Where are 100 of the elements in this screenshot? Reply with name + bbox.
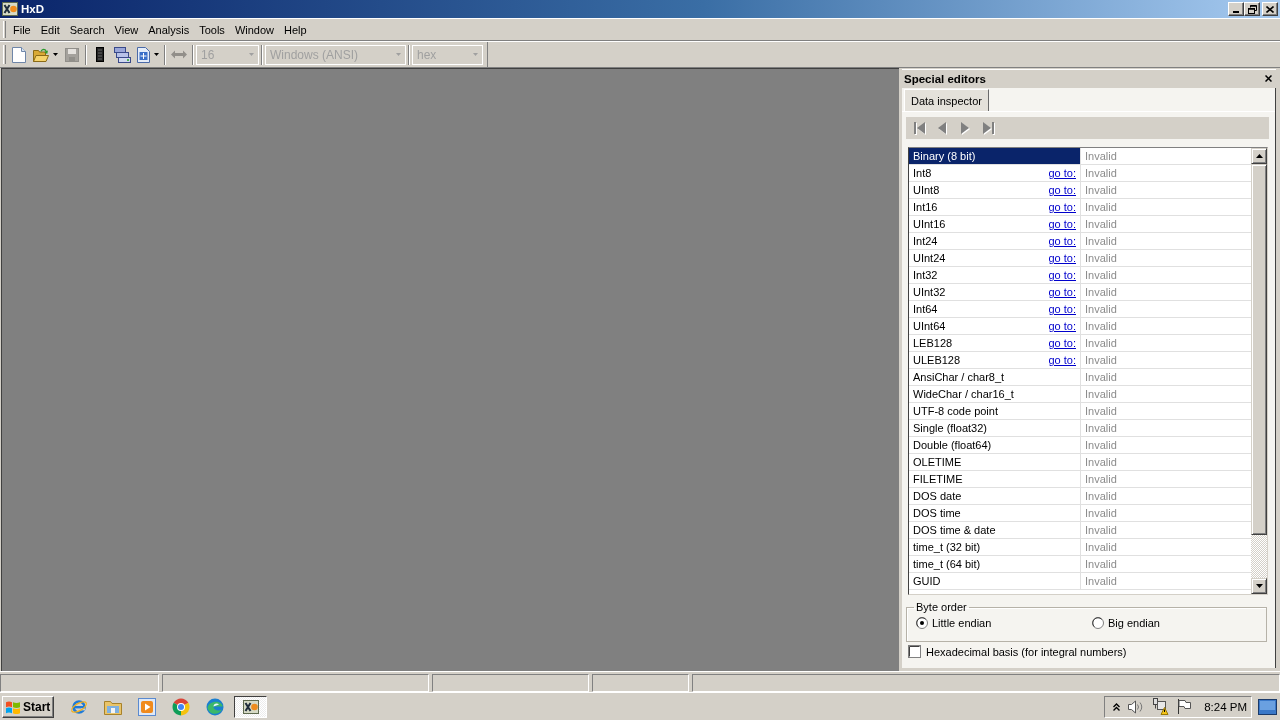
menu-item[interactable]: File — [8, 21, 36, 38]
value-text: Invalid — [1084, 251, 1118, 266]
flag-icon[interactable] — [1177, 699, 1191, 714]
menu-item[interactable]: Window — [229, 21, 279, 38]
type-label[interactable]: Binary (8 bit) — [909, 148, 1080, 164]
type-label[interactable]: UInt64 — [909, 318, 1047, 334]
go-to-link[interactable]: go to: — [1046, 301, 1080, 317]
go-to-link[interactable]: go to: — [1046, 267, 1080, 283]
type-label[interactable]: UTF-8 code point — [909, 403, 1080, 419]
folder-icon[interactable] — [104, 698, 122, 715]
go-to-link[interactable]: go to: — [1046, 318, 1080, 334]
type-label[interactable]: UInt32 — [909, 284, 1047, 300]
caret-icon — [396, 53, 401, 56]
type-label[interactable]: OLETIME — [909, 454, 1080, 470]
menu-item[interactable]: Search — [64, 21, 110, 38]
radio-button[interactable]: Big endian — [1092, 617, 1258, 629]
go-to-link[interactable]: go to: — [1046, 233, 1080, 249]
speaker-icon[interactable] — [1128, 699, 1144, 714]
value-text: Invalid — [1084, 387, 1118, 402]
type-label[interactable]: Int8 — [909, 165, 1047, 181]
scroll-down-button[interactable] — [1251, 578, 1267, 594]
start-button[interactable]: Start — [2, 695, 54, 718]
menu-item[interactable]: View — [109, 21, 144, 38]
type-label[interactable]: UInt8 — [909, 182, 1047, 198]
value-text: Invalid — [1084, 200, 1118, 215]
type-label[interactable]: FILETIME — [909, 471, 1080, 487]
type-label[interactable]: time_t (64 bit) — [909, 556, 1080, 572]
menu-item[interactable]: Edit — [35, 21, 65, 38]
type-label[interactable]: Double (float64) — [909, 437, 1080, 453]
open-folder-icon — [33, 47, 49, 62]
chevrons-up-icon[interactable] — [1113, 702, 1120, 711]
value-text: Invalid — [1084, 438, 1118, 453]
tab[interactable]: Data inspector — [904, 89, 989, 111]
type-label[interactable]: UInt24 — [909, 250, 1047, 266]
go-to-link[interactable]: go to: — [1046, 199, 1080, 215]
value-text: Invalid — [1084, 319, 1118, 334]
value-text: Invalid — [1084, 268, 1118, 283]
type-label[interactable]: GUID — [909, 573, 1080, 589]
e-logo-icon[interactable] — [70, 697, 88, 716]
value-text: Invalid — [1084, 166, 1118, 181]
value-text: Invalid — [1084, 370, 1118, 385]
drives-icon — [114, 46, 131, 63]
value-text: Invalid — [1084, 506, 1118, 521]
chip-icon — [96, 47, 104, 62]
clock: 8:24 PM — [1204, 700, 1247, 713]
value-text: Invalid — [1084, 404, 1118, 419]
taskbar-button[interactable] — [234, 695, 267, 718]
type-label[interactable]: DOS time — [909, 505, 1080, 521]
app-logo-icon — [242, 699, 259, 714]
go-to-link[interactable]: go to: — [1046, 250, 1080, 266]
scrollbar[interactable] — [1251, 148, 1267, 594]
window-title: HxD — [21, 3, 44, 15]
type-label[interactable]: Int64 — [909, 301, 1047, 317]
play-icon[interactable] — [138, 697, 156, 716]
minimize-button[interactable] — [1228, 2, 1244, 16]
type-label[interactable]: LEB128 — [909, 335, 1047, 351]
type-label[interactable]: AnsiChar / char8_t — [909, 369, 1080, 385]
menu-item[interactable]: Help — [279, 21, 312, 38]
type-label[interactable]: DOS date — [909, 488, 1080, 504]
value-text: Invalid — [1084, 472, 1118, 487]
checkbox[interactable]: Hexadecimal basis (for integral numbers) — [908, 645, 1127, 658]
restore-button[interactable] — [1244, 2, 1260, 16]
tricolor-circle-icon[interactable] — [172, 697, 190, 716]
type-label[interactable]: ULEB128 — [909, 352, 1047, 368]
go-to-link[interactable]: go to: — [1046, 284, 1080, 300]
network-warning-icon[interactable] — [1152, 698, 1169, 715]
menu-item[interactable]: Analysis — [143, 21, 195, 38]
value-text: Invalid — [1084, 523, 1118, 538]
document-icon — [137, 46, 150, 63]
type-label[interactable]: Int24 — [909, 233, 1047, 249]
swirl-icon[interactable] — [206, 697, 224, 716]
double-arrow-icon — [171, 50, 187, 59]
show-desktop-icon[interactable] — [1258, 698, 1277, 715]
type-label[interactable]: DOS time & date — [909, 522, 1080, 538]
type-label[interactable]: Int16 — [909, 199, 1047, 215]
go-to-link[interactable]: go to: — [1046, 335, 1080, 351]
scrollbar-thumb[interactable] — [1251, 164, 1267, 535]
down-arrow-icon — [1255, 584, 1263, 588]
type-label[interactable]: WideChar / char16_t — [909, 386, 1080, 402]
type-label[interactable]: Single (float32) — [909, 420, 1080, 436]
menu-item[interactable]: Tools — [194, 21, 230, 38]
scroll-up-button[interactable] — [1251, 148, 1267, 164]
close-button[interactable] — [1262, 2, 1278, 16]
panel-close-button[interactable] — [1264, 74, 1273, 83]
caret-icon — [249, 53, 254, 56]
go-to-link[interactable]: go to: — [1046, 165, 1080, 181]
type-label[interactable]: time_t (32 bit) — [909, 539, 1080, 555]
go-to-link[interactable]: go to: — [1046, 182, 1080, 198]
type-label[interactable]: Int32 — [909, 267, 1047, 283]
app-logo-icon — [2, 2, 18, 16]
value-text: Invalid — [1084, 557, 1118, 572]
value-text: Invalid — [1084, 336, 1118, 351]
value-text: Invalid — [1084, 217, 1118, 232]
radio-button[interactable]: Little endian — [916, 617, 1092, 629]
go-to-link[interactable]: go to: — [1046, 216, 1080, 232]
group-label: Byte order — [915, 601, 968, 613]
type-label[interactable]: UInt16 — [909, 216, 1047, 232]
new-file-icon — [12, 46, 26, 63]
value-text: Invalid — [1084, 489, 1118, 504]
go-to-link[interactable]: go to: — [1046, 352, 1080, 368]
